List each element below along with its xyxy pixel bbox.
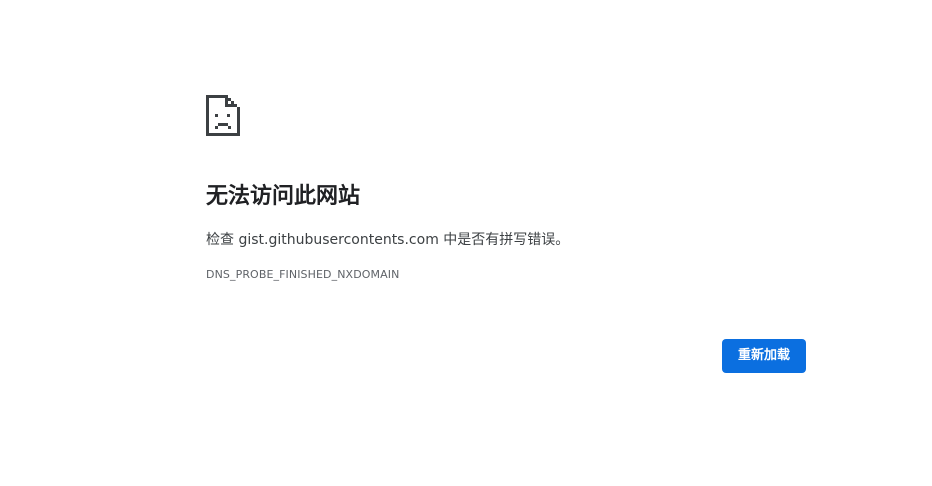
error-message: 检查 gist.githubusercontents.com 中是否有拼写错误。	[206, 232, 570, 248]
sad-page-icon	[206, 95, 240, 136]
error-title: 无法访问此网站	[206, 184, 361, 209]
error-code: DNS_PROBE_FINISHED_NXDOMAIN	[206, 268, 400, 281]
reload-button[interactable]: 重新加载	[722, 339, 806, 373]
